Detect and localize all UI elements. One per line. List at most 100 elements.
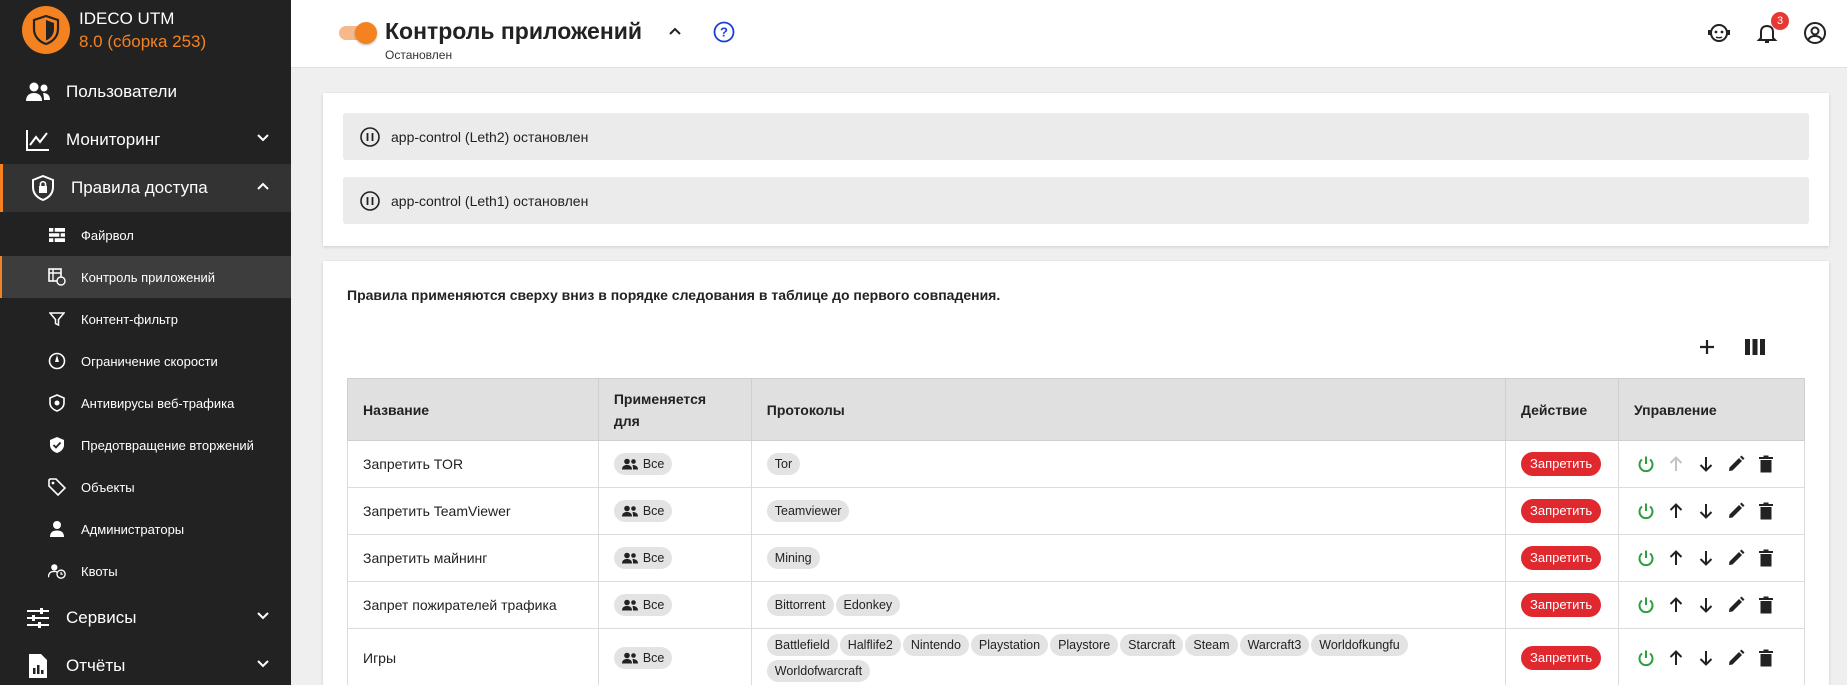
column-header-name[interactable]: Название: [347, 378, 599, 441]
sidebar-subitem-quotas[interactable]: Квоты: [0, 550, 291, 592]
edit-icon[interactable]: [1724, 646, 1748, 670]
brand-version: 8.0 (сборка 253): [79, 32, 207, 51]
user-clock-icon: [48, 562, 66, 580]
power-icon[interactable]: [1634, 499, 1658, 523]
pause-circle-icon: [359, 126, 381, 148]
sidebar-subitem-firewall[interactable]: Файрвол: [0, 214, 291, 256]
arrow-up-icon[interactable]: [1664, 593, 1688, 617]
deny-action-badge[interactable]: Запретить: [1521, 499, 1602, 523]
filter-icon: [48, 310, 66, 328]
rule-name: Запретить майнинг: [347, 534, 599, 582]
table-row[interactable]: Запретить TeamViewer Все Teamviewer Запрети…: [347, 487, 1806, 535]
protocol-chip: Tor: [766, 453, 801, 475]
chevron-up-icon[interactable]: [667, 23, 683, 39]
sidebar-subitem-admins[interactable]: Администраторы: [0, 508, 291, 550]
sidebar-item-monitoring[interactable]: Мониторинг: [0, 116, 291, 164]
sidebar: IDECO UTM 8.0 (сборка 253) Пользователи …: [0, 0, 291, 685]
sidebar-subitem-label: Квоты: [81, 563, 118, 579]
rules-note: Правила применяются сверху вниз в порядк…: [347, 287, 1001, 303]
edit-icon[interactable]: [1724, 499, 1748, 523]
rule-applies-cell: Все: [597, 440, 752, 488]
table-row[interactable]: Запрет пожирателей трафика Все Bittorrent E…: [347, 581, 1806, 629]
edit-icon[interactable]: [1724, 546, 1748, 570]
deny-action-badge[interactable]: Запретить: [1521, 593, 1602, 617]
table-row[interactable]: Игры Все Battlefield Halflife2 Nintendo Plays…: [347, 628, 1806, 685]
add-rule-button[interactable]: [1693, 333, 1721, 361]
rules-table-body: Запретить TOR Все Tor Запретить Запретить Te…: [347, 440, 1806, 685]
delete-icon[interactable]: [1754, 546, 1778, 570]
sidebar-subitem-speed-limit[interactable]: Ограничение скорости: [0, 340, 291, 382]
rule-protocols-cell: Bittorrent Edonkey: [750, 581, 1507, 629]
sidebar-subitem-label: Файрвол: [81, 227, 134, 243]
sidebar-item-users[interactable]: Пользователи: [0, 68, 291, 116]
arrow-down-icon[interactable]: [1694, 593, 1718, 617]
chevron-down-icon: [255, 608, 271, 624]
pause-circle-icon: [359, 190, 381, 212]
rule-applies-cell: Все: [597, 628, 752, 685]
column-header-protocols[interactable]: Протоколы: [750, 378, 1507, 441]
support-agent-icon[interactable]: [1707, 21, 1731, 45]
protocol-chip: Playstation: [970, 633, 1049, 656]
help-icon[interactable]: ?: [713, 21, 735, 43]
rule-controls-cell: [1617, 534, 1806, 582]
delete-icon[interactable]: [1754, 646, 1778, 670]
deny-action-badge[interactable]: Запретить: [1521, 645, 1602, 670]
arrow-up-icon[interactable]: [1664, 646, 1688, 670]
protocol-chip: Battlefield: [766, 633, 838, 656]
arrow-down-icon[interactable]: [1694, 452, 1718, 476]
applies-label: Все: [642, 650, 665, 665]
rule-controls-cell: [1617, 628, 1806, 685]
sidebar-item-reports[interactable]: Отчёты: [0, 642, 291, 685]
table-row[interactable]: Запретить майнинг Все Mining Запретить: [347, 534, 1806, 582]
deny-action-badge[interactable]: Запретить: [1521, 546, 1602, 570]
shield-check-icon: [48, 436, 66, 454]
sidebar-subitem-label: Предотвращение вторжений: [81, 437, 254, 453]
sidebar-subitem-content-filter[interactable]: Контент-фильтр: [0, 298, 291, 340]
report-icon: [24, 652, 52, 680]
rule-applies-cell: Все: [597, 487, 752, 535]
account-icon[interactable]: [1803, 21, 1827, 45]
arrow-down-icon[interactable]: [1694, 646, 1718, 670]
sidebar-item-access-rules[interactable]: Правила доступа: [0, 164, 291, 212]
sidebar-subitem-objects[interactable]: Объекты: [0, 466, 291, 508]
sidebar-subitem-label: Ограничение скорости: [81, 353, 218, 369]
service-toggle[interactable]: [339, 22, 377, 44]
status-row: app-control (Leth1) остановлен: [343, 177, 1809, 224]
sidebar-subitem-label: Контент-фильтр: [81, 311, 178, 327]
arrow-up-icon[interactable]: [1664, 546, 1688, 570]
columns-icon[interactable]: [1741, 333, 1769, 361]
edit-icon[interactable]: [1724, 593, 1748, 617]
sidebar-item-services[interactable]: Сервисы: [0, 594, 291, 642]
rule-action-cell: Запретить: [1505, 534, 1619, 582]
group-icon: [621, 652, 638, 664]
rule-action-cell: Запретить: [1505, 487, 1619, 535]
power-icon[interactable]: [1634, 593, 1658, 617]
delete-icon[interactable]: [1754, 452, 1778, 476]
column-header-action[interactable]: Действие: [1505, 378, 1619, 441]
edit-icon[interactable]: [1724, 452, 1748, 476]
applies-label: Все: [642, 551, 665, 565]
delete-icon[interactable]: [1754, 593, 1778, 617]
delete-icon[interactable]: [1754, 499, 1778, 523]
arrow-up-icon[interactable]: [1664, 499, 1688, 523]
sidebar-subitem-app-control[interactable]: Контроль приложений: [0, 256, 291, 298]
table-row[interactable]: Запретить TOR Все Tor Запретить: [347, 440, 1806, 488]
rules-table: Название Применяется для Протоколы Дейст…: [347, 378, 1806, 685]
chevron-down-icon: [255, 130, 271, 146]
protocol-chip: Playstore: [1050, 633, 1119, 656]
power-icon[interactable]: [1634, 646, 1658, 670]
sidebar-subitem-web-antivirus[interactable]: Антивирусы веб-трафика: [0, 382, 291, 424]
deny-action-badge[interactable]: Запретить: [1521, 452, 1602, 476]
group-icon: [621, 458, 638, 470]
power-icon[interactable]: [1634, 546, 1658, 570]
arrow-down-icon[interactable]: [1694, 499, 1718, 523]
status-card: app-control (Leth2) остановлен app-contr…: [323, 93, 1829, 246]
rule-controls-cell: [1617, 487, 1806, 535]
sidebar-subitem-intrusion-prevention[interactable]: Предотвращение вторжений: [0, 424, 291, 466]
column-header-applies[interactable]: Применяется для: [597, 378, 752, 441]
chevron-down-icon: [255, 656, 271, 672]
power-icon[interactable]: [1634, 452, 1658, 476]
arrow-down-icon[interactable]: [1694, 546, 1718, 570]
applies-chip: Все: [613, 594, 673, 616]
rule-controls-cell: [1617, 581, 1806, 629]
